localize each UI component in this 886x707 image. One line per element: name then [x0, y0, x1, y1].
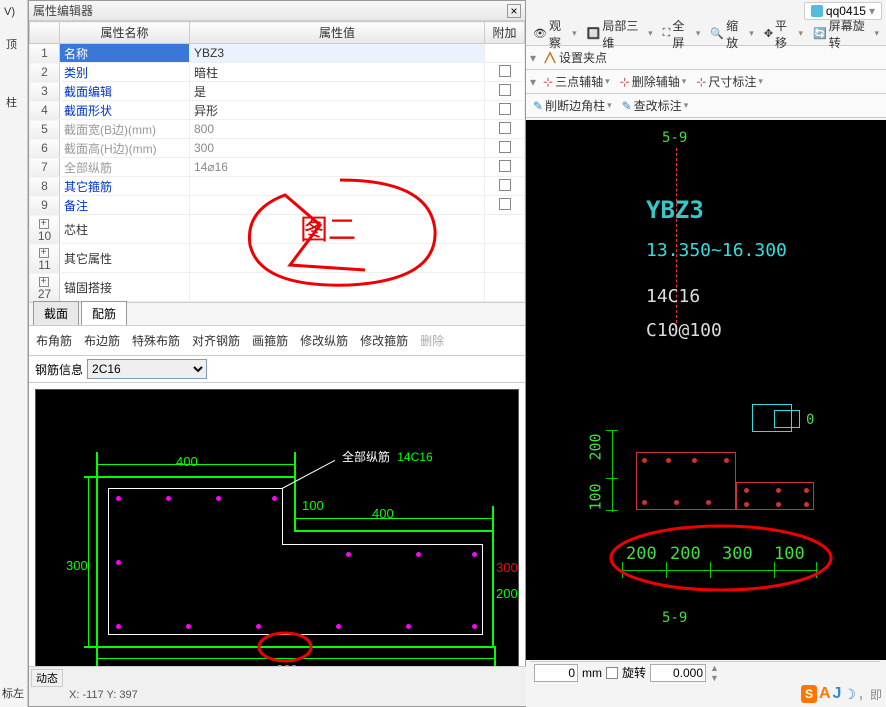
user-badge[interactable]: qq0415 ▾	[804, 2, 882, 20]
cad-canvas[interactable]: 5-9 YBZ3 13.350~16.300 14C16 C10@100	[526, 120, 886, 660]
view-toolbar: 👁观察▾🔲局部三维▾⛶全屏▾🔍缩放▾✥平移▾🔄屏幕旋转▾	[526, 22, 886, 46]
axis-tool-2[interactable]: ⊹尺寸标注▾	[693, 73, 766, 90]
vdim-200: 200	[587, 433, 605, 460]
status-dyn: 动态	[31, 669, 63, 687]
grid-label-bot: 5-9	[662, 610, 687, 626]
table-row[interactable]: 1名称YBZ3	[30, 44, 525, 63]
col-value-header: 属性值	[190, 22, 485, 44]
frag-v: V)	[4, 6, 15, 18]
rebar-tool-3[interactable]: 对齐钢筋	[189, 330, 243, 351]
axis-toolbar: ▾⊹三点辅轴▾⊹删除辅轴▾⊹尺寸标注▾	[526, 70, 886, 94]
table-row[interactable]: +10芯柱	[30, 215, 525, 244]
rebar-info-label: 钢筋信息	[35, 361, 83, 378]
brand-a: A	[819, 685, 831, 703]
set-fixture-button[interactable]: 设置夹点	[540, 49, 610, 66]
col-name-header: 属性名称	[60, 22, 190, 44]
grid-label-top: 5-9	[662, 130, 687, 146]
frag-col: 柱	[6, 94, 17, 110]
right-area: qq0415 ▾ 👁观察▾🔲局部三维▾⛶全屏▾🔍缩放▾✥平移▾🔄屏幕旋转▾ ▾ …	[526, 0, 886, 707]
hdim-3: 100	[774, 544, 805, 564]
table-row[interactable]: 4截面形状异形	[30, 101, 525, 120]
table-row[interactable]: +11其它属性	[30, 244, 525, 273]
dim-200: 200	[496, 586, 518, 601]
rebar-tool-1[interactable]: 布边筋	[81, 330, 123, 351]
rebar-info-row: 钢筋信息 2C16	[29, 356, 525, 383]
axis-tool-1[interactable]: ⊹删除辅轴▾	[617, 73, 690, 90]
bottom-controls: mm 旋转 ▲▼	[530, 661, 880, 683]
brand-s: S	[801, 685, 817, 703]
table-row[interactable]: 2类别暗柱	[30, 63, 525, 82]
coord-input[interactable]	[534, 664, 578, 682]
moon-icon: ☽	[843, 686, 856, 703]
cad-rebar1: 14C16	[646, 286, 700, 307]
rebar-tool-2[interactable]: 特殊布筋	[129, 330, 183, 351]
vdim-100: 100	[587, 483, 605, 510]
section-canvas[interactable]: 全部纵筋 14C16 400 400 100 300 300 200 800	[35, 389, 519, 699]
mark-toolbar: ✎削断边角柱▾✎查改标注▾	[526, 94, 886, 118]
brand-badge: S A J ☽ ，即	[801, 685, 882, 703]
table-row[interactable]: 5截面宽(B边)(mm)800	[30, 120, 525, 139]
property-editor-panel: 属性编辑器 × 属性名称 属性值 附加 1名称YBZ32类别暗柱3截面编辑是4截…	[28, 0, 526, 707]
user-name: qq0415	[826, 4, 866, 18]
rotate-label: 旋转	[622, 664, 646, 681]
rebar-tool-0[interactable]: 布角筋	[33, 330, 75, 351]
dim-400-top-left: 400	[176, 454, 198, 469]
rebar-toolbar: 布角筋布边筋特殊布筋对齐钢筋画箍筋修改纵筋修改箍筋删除	[29, 326, 525, 356]
editor-title-bar: 属性编辑器 ×	[29, 1, 525, 21]
view-tool-3[interactable]: 🔍缩放▾	[707, 17, 756, 51]
mark-tool-1[interactable]: ✎查改标注▾	[619, 97, 692, 114]
view-tool-4[interactable]: ✥平移▾	[761, 17, 806, 51]
table-row[interactable]: 3截面编辑是	[30, 82, 525, 101]
hdim-1: 200	[670, 544, 701, 564]
view-tool-1[interactable]: 🔲局部三维▾	[584, 17, 656, 51]
col-num-header	[30, 22, 60, 44]
close-icon[interactable]: ×	[507, 4, 521, 18]
brand-j: J	[833, 685, 842, 703]
rebar-tool-6[interactable]: 修改箍筋	[357, 330, 411, 351]
tab-rebar[interactable]: 配筋	[81, 301, 127, 325]
col-add-header: 附加	[485, 22, 525, 44]
view-tool-5[interactable]: 🔄屏幕旋转▾	[810, 17, 882, 51]
cad-range: 13.350~16.300	[646, 240, 787, 261]
hdim-0: 200	[626, 544, 657, 564]
hdim-2: 300	[722, 544, 753, 564]
table-row[interactable]: 7全部纵筋14⌀16	[30, 158, 525, 177]
cad-rebar2: C10@100	[646, 320, 722, 341]
unit-label: mm	[582, 666, 602, 680]
cad-label: YBZ3	[646, 196, 704, 224]
section-rebar-label: 全部纵筋 14C16	[342, 448, 433, 465]
table-row[interactable]: +27锚固搭接	[30, 273, 525, 302]
status-coords: X: -117 Y: 397	[69, 689, 138, 701]
table-row[interactable]: 8其它箍筋	[30, 177, 525, 196]
editor-title: 属性编辑器	[33, 2, 507, 19]
zero-label: 0	[806, 412, 814, 428]
property-table: 属性名称 属性值 附加 1名称YBZ32类别暗柱3截面编辑是4截面形状异形5截面…	[29, 21, 525, 302]
rebar-tool-4[interactable]: 画箍筋	[249, 330, 291, 351]
axis-tool-0[interactable]: ⊹三点辅轴▾	[540, 73, 613, 90]
table-row[interactable]: 6截面高(H边)(mm)300	[30, 139, 525, 158]
rebar-tool-7[interactable]: 删除	[417, 330, 447, 351]
user-icon	[811, 5, 823, 17]
frag-bl: 标左	[2, 685, 24, 701]
section-tab-strip: 截面 配筋	[29, 302, 525, 326]
mark-tool-0[interactable]: ✎削断边角柱▾	[530, 97, 615, 114]
unit-checkbox[interactable]	[606, 667, 618, 679]
rebar-tool-5[interactable]: 修改纵筋	[297, 330, 351, 351]
status-bar: 动态 X: -117 Y: 397	[29, 666, 555, 706]
dim-100: 100	[302, 498, 324, 513]
rebar-info-select[interactable]: 2C16	[87, 359, 207, 379]
table-row[interactable]: 9备注	[30, 196, 525, 215]
tab-section[interactable]: 截面	[33, 301, 79, 325]
dim-300-right: 300	[496, 560, 518, 575]
frag-top: 顶	[6, 36, 17, 52]
view-tool-0[interactable]: 👁观察▾	[530, 17, 580, 51]
view-tool-2[interactable]: ⛶全屏▾	[660, 17, 704, 51]
dim-300-left: 300	[66, 558, 88, 573]
rotate-input[interactable]	[650, 664, 706, 682]
